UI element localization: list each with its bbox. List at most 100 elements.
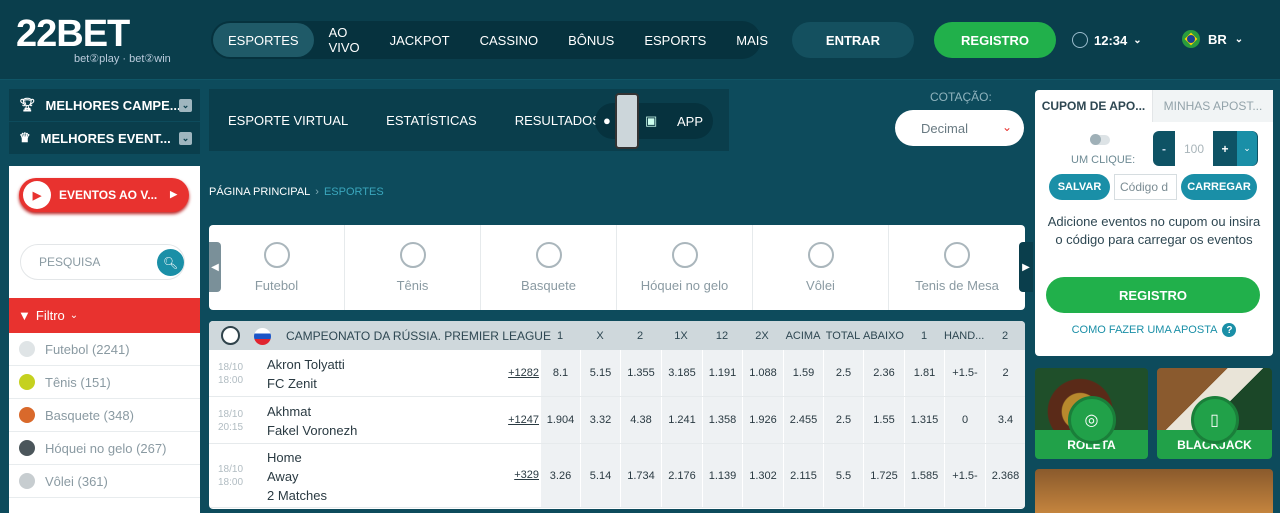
clock[interactable]: 12:34 ⌄ <box>1072 30 1142 50</box>
breadcrumb-home[interactable]: PÁGINA PRINCIPAL <box>209 186 310 198</box>
app-download-button[interactable]: ● ▣ APP <box>595 93 713 149</box>
search-input[interactable]: PESQUISA 🔍︎ <box>20 244 185 280</box>
collapse-icon[interactable]: ⌄ <box>179 99 192 112</box>
save-button[interactable]: SALVAR <box>1049 174 1110 200</box>
nav-item-b-nus[interactable]: BÔNUS <box>553 23 629 57</box>
nav-item-cassino[interactable]: CASSINO <box>465 23 554 57</box>
roulette-promo[interactable]: ROLETA ◎ <box>1035 368 1148 459</box>
odds-cell[interactable]: 1.585 <box>904 444 944 507</box>
odds-cell[interactable]: 5.5 <box>823 444 863 507</box>
odds-cell[interactable]: 8.1 <box>540 350 580 396</box>
minus-icon[interactable]: - <box>1153 142 1175 156</box>
more-markets-link[interactable]: +1247 <box>499 414 539 426</box>
odds-cell[interactable]: 1.358 <box>702 397 742 443</box>
odds-cell[interactable]: 3.185 <box>661 350 702 396</box>
stake-stepper[interactable]: - 100 + ⌄ <box>1153 131 1258 166</box>
odds-cell[interactable]: 3.32 <box>580 397 620 443</box>
odds-format-select[interactable]: Decimal ⌄ <box>895 110 1024 146</box>
nav-item-jackpot[interactable]: JACKPOT <box>375 23 465 57</box>
odds-cell[interactable]: 1.191 <box>702 350 742 396</box>
load-button[interactable]: CARREGAR <box>1181 174 1257 200</box>
odds-cell[interactable]: 1.926 <box>742 397 783 443</box>
login-button[interactable]: ENTRAR <box>792 22 914 58</box>
tab-bet-slip[interactable]: CUPOM DE APO... <box>1035 90 1152 122</box>
odds-cell[interactable]: 5.14 <box>580 444 620 507</box>
brand-logo[interactable]: 22BET bet②play · bet②win <box>16 12 186 68</box>
match-teams[interactable]: Akron Tolyatti FC Zenit <box>267 355 345 393</box>
odds-cell[interactable]: 5.15 <box>580 350 620 396</box>
odds-cell[interactable]: 4.38 <box>620 397 661 443</box>
sport-tile[interactable]: Tênis <box>345 225 481 310</box>
sport-list-item[interactable]: Futebol (2241) <box>9 333 200 366</box>
match-teams[interactable]: Home Away 2 Matches <box>267 448 327 505</box>
top-events-header[interactable]: ♛ MELHORES EVENT... ⌄ <box>9 122 200 155</box>
odds-cell[interactable]: 1.355 <box>620 350 661 396</box>
logo-tagline: bet②play · bet②win <box>74 53 171 65</box>
odds-cell[interactable]: 3.4 <box>985 397 1025 443</box>
sport-list-item[interactable]: Basquete (348) <box>9 399 200 432</box>
odds-cell[interactable]: 1.734 <box>620 444 661 507</box>
top-championships-header[interactable]: 🏆︎ MELHORES CAMPE... ⌄ <box>9 89 200 122</box>
more-markets-link[interactable]: +329 <box>499 469 539 481</box>
odds-cell[interactable]: 2.115 <box>783 444 823 507</box>
odds-cell[interactable]: 1.725 <box>863 444 904 507</box>
nav-item-esports[interactable]: ESPORTS <box>629 23 721 57</box>
odds-cell[interactable]: 1.81 <box>904 350 944 396</box>
sport-tile[interactable]: Basquete <box>481 225 617 310</box>
odds-cell[interactable]: +1.5- <box>944 350 985 396</box>
nav-item-esportes[interactable]: ESPORTES <box>213 23 314 57</box>
odds-cell[interactable]: 2.455 <box>783 397 823 443</box>
odds-cell[interactable]: +1.5- <box>944 444 985 507</box>
game-promo-banner[interactable] <box>1035 469 1273 513</box>
tab-my-bets[interactable]: MINHAS APOST... <box>1152 90 1273 122</box>
sport-tile[interactable]: Futebol <box>209 225 345 310</box>
one-click-toggle[interactable] <box>1090 134 1110 145</box>
sport-list-item[interactable]: Vôlei (361) <box>9 465 200 498</box>
language-selector[interactable]: BR ⌄ <box>1182 30 1243 48</box>
sport-list-item[interactable]: Hóquei no gelo (267) <box>9 432 200 465</box>
sub-nav-statistics[interactable]: ESTATÍSTICAS <box>386 113 477 128</box>
league-title[interactable]: CAMPEONATO DA RÚSSIA. PREMIER LEAGUE <box>286 329 551 343</box>
register-button[interactable]: REGISTRO <box>934 22 1056 58</box>
live-events-button[interactable]: ▶ EVENTOS AO V... ▶ <box>19 178 189 212</box>
filter-toggle[interactable]: ▼ Filtro ⌄ <box>9 298 200 333</box>
chevron-down-icon[interactable]: ⌄ <box>1237 131 1257 166</box>
odds-cell[interactable]: 1.55 <box>863 397 904 443</box>
odds-cell[interactable]: 0 <box>944 397 985 443</box>
sub-nav-virtual[interactable]: ESPORTE VIRTUAL <box>228 113 348 128</box>
odds-cell[interactable]: 1.139 <box>702 444 742 507</box>
plus-icon[interactable]: + <box>1213 142 1237 156</box>
stake-value[interactable]: 100 <box>1175 131 1213 166</box>
odds-cell[interactable]: 2.368 <box>985 444 1025 507</box>
sport-list-item[interactable]: Tênis (151) <box>9 366 200 399</box>
odds-cell[interactable]: 1.904 <box>540 397 580 443</box>
odds-cell[interactable]: 1.302 <box>742 444 783 507</box>
odds-cell[interactable]: 1.315 <box>904 397 944 443</box>
sub-nav-results[interactable]: RESULTADOS <box>515 113 601 128</box>
odds-cell[interactable]: 3.26 <box>540 444 580 507</box>
nav-item-mais[interactable]: MAIS <box>721 23 783 57</box>
odds-column-header: 1 <box>556 330 564 342</box>
sport-tile[interactable]: Tenis de Mesa <box>889 225 1025 310</box>
odds-cell[interactable]: 2.5 <box>823 350 863 396</box>
search-icon[interactable]: 🔍︎ <box>157 249 184 276</box>
more-markets-link[interactable]: +1282 <box>499 367 539 379</box>
odds-cell[interactable]: 1.241 <box>661 397 702 443</box>
odds-cell[interactable]: 2.5 <box>823 397 863 443</box>
code-input[interactable]: Código d <box>1114 174 1177 200</box>
odds-cell[interactable]: 1.088 <box>742 350 783 396</box>
sport-tile[interactable]: Hóquei no gelo <box>617 225 753 310</box>
odds-cell[interactable]: 1.59 <box>783 350 823 396</box>
match-teams[interactable]: Akhmat Fakel Voronezh <box>267 402 357 440</box>
how-to-bet-link[interactable]: COMO FAZER UMA APOSTA? <box>1035 323 1273 337</box>
odds-cell[interactable]: 2 <box>985 350 1025 396</box>
top-events-label: MELHORES EVENT... <box>40 130 171 146</box>
coupon-register-button[interactable]: REGISTRO <box>1046 277 1260 313</box>
trophy-icon: 🏆︎ <box>19 97 36 112</box>
blackjack-promo[interactable]: BLACKJACK ▯ <box>1157 368 1272 459</box>
odds-cell[interactable]: 2.36 <box>863 350 904 396</box>
sport-tile[interactable]: Vôlei <box>753 225 889 310</box>
nav-item-ao-vivo[interactable]: AO VIVO <box>314 23 375 57</box>
collapse-icon[interactable]: ⌄ <box>179 132 192 145</box>
odds-cell[interactable]: 2.176 <box>661 444 702 507</box>
